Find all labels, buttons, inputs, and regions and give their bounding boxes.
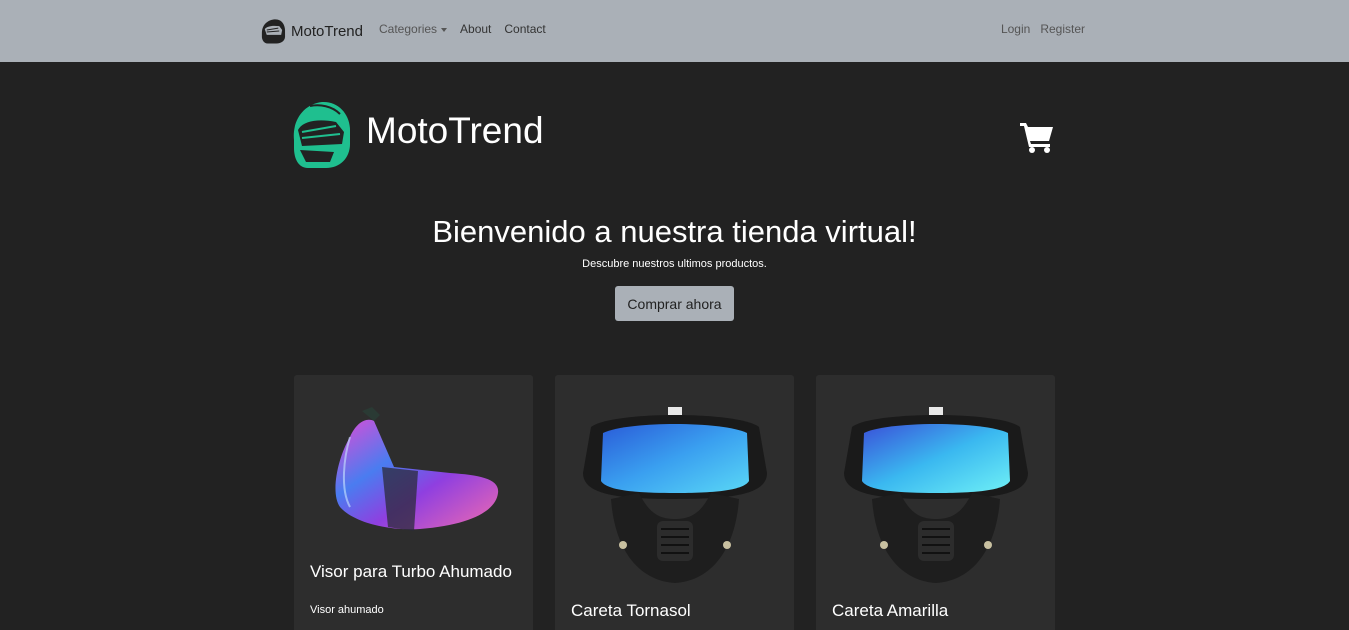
nav-contact[interactable]: Contact	[504, 22, 545, 36]
product-title: Careta Amarilla	[832, 601, 949, 620]
nav-categories-dropdown[interactable]: Categories	[379, 22, 448, 36]
navbar-brand[interactable]: MotoTrend	[259, 16, 363, 46]
site-title: MotoTrend	[366, 110, 544, 151]
hero-subtitle: Descubre nuestros ultimos productos.	[582, 258, 767, 270]
shopping-cart-icon[interactable]	[1020, 121, 1054, 153]
nav-categories-label: Categories	[379, 22, 438, 36]
navbar-container: MotoTrend Categories About Contact Login…	[259, 0, 1085, 62]
hero-title: Bienvenido a nuestra tienda virtual!	[432, 214, 917, 249]
visor-product-image	[335, 407, 499, 531]
goggle-mask-product-image	[583, 407, 767, 583]
nav-login[interactable]: Login	[1001, 22, 1030, 36]
product-description: Visor ahumado	[310, 604, 384, 616]
product-card[interactable]: Careta Tornasol	[555, 375, 794, 630]
nav-links: Categories About Contact	[379, 22, 559, 36]
top-navbar: MotoTrend Categories About Contact Login…	[0, 0, 1349, 62]
brand-name: MotoTrend	[291, 22, 363, 40]
nav-register[interactable]: Register	[1040, 22, 1085, 36]
product-title: Visor para Turbo Ahumado	[310, 562, 512, 581]
helmet-logo-icon	[293, 101, 350, 168]
caret-down-icon	[441, 27, 448, 32]
helmet-logo-icon	[261, 19, 286, 44]
product-title: Careta Tornasol	[571, 601, 691, 620]
nav-auth-links: Login Register	[991, 22, 1085, 36]
goggle-mask-product-image	[844, 407, 1028, 583]
nav-about[interactable]: About	[460, 22, 491, 36]
product-card[interactable]: Careta Amarilla	[816, 375, 1055, 630]
product-card[interactable]: Visor para Turbo Ahumado Visor ahumado	[294, 375, 533, 630]
shop-now-button[interactable]: Comprar ahora	[615, 286, 734, 321]
